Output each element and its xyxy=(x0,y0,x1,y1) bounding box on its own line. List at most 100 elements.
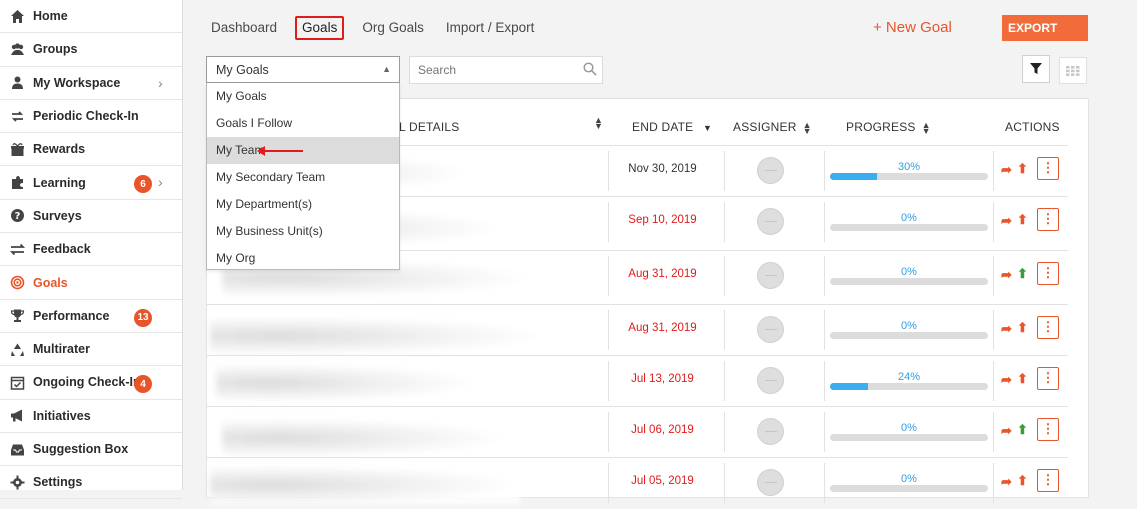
arrow-up-icon[interactable]: ⬆ xyxy=(1017,371,1028,387)
arrow-up-icon[interactable]: ⬆ xyxy=(1017,161,1028,177)
groups-icon xyxy=(9,41,25,57)
assigner-avatar[interactable] xyxy=(757,208,784,235)
new-goal-button[interactable]: + New Goal xyxy=(873,19,952,36)
chevron-right-icon[interactable]: › xyxy=(158,75,163,91)
sidebar-item-my-workspace[interactable]: My Workspace › xyxy=(0,67,182,100)
goal-view-select[interactable]: My Goals ▲ xyxy=(206,56,400,83)
arrow-up-icon[interactable]: ⬆ xyxy=(1017,473,1028,489)
share-icon[interactable]: ➦ xyxy=(1001,423,1012,439)
more-actions-button[interactable]: ⋮ xyxy=(1037,367,1059,390)
dropdown-option-my-business-unit-s[interactable]: My Business Unit(s) xyxy=(207,218,399,245)
search-icon[interactable] xyxy=(583,62,597,81)
sidebar-item-groups[interactable]: Groups xyxy=(0,33,182,67)
column-divider xyxy=(724,202,725,242)
tab-dashboard[interactable]: Dashboard xyxy=(207,16,281,40)
share-icon[interactable]: ➦ xyxy=(1001,213,1012,229)
sort-icon[interactable]: ▲ ▼ xyxy=(594,116,603,131)
sidebar-item-label: Groups xyxy=(33,42,78,57)
arrow-up-icon[interactable]: ⬆ xyxy=(1017,266,1028,282)
column-header-details[interactable]: L DETAILS xyxy=(399,120,460,134)
assigner-avatar[interactable] xyxy=(757,469,784,496)
column-divider xyxy=(824,202,825,242)
column-divider xyxy=(608,412,609,452)
column-divider xyxy=(608,202,609,242)
more-actions-button[interactable]: ⋮ xyxy=(1037,418,1059,441)
table-row[interactable]: Aug 31, 2019 0% ➦ ⬆ ⋮ xyxy=(0,250,1137,302)
column-divider xyxy=(993,202,994,242)
progress-bar xyxy=(830,383,988,390)
table-row[interactable]: Aug 31, 2019 0% ➦ ⬆ ⋮ xyxy=(0,304,1137,356)
tab-import-export[interactable]: Import / Export xyxy=(442,16,539,40)
dropdown-option-goals-i-follow[interactable]: Goals I Follow xyxy=(207,110,399,137)
column-header-end-date[interactable]: END DATE ▼ xyxy=(632,120,712,134)
share-icon[interactable]: ➦ xyxy=(1001,372,1012,388)
more-actions-button[interactable]: ⋮ xyxy=(1037,262,1059,285)
goal-view-dropdown: My Goals Goals I Follow My Team My Secondar… xyxy=(206,83,400,270)
table-row[interactable]: Jul 05, 2019 0% ➦ ⬆ ⋮ xyxy=(0,457,1137,509)
home-icon xyxy=(9,8,25,24)
table-row[interactable]: Nov 30, 2019 30% ➦ ⬆ ⋮ xyxy=(0,145,1137,197)
progress-bar xyxy=(830,434,988,441)
dropdown-option-label: My Secondary Team xyxy=(216,170,326,184)
more-actions-button[interactable]: ⋮ xyxy=(1037,208,1059,231)
sidebar-item-home[interactable]: Home xyxy=(0,0,182,34)
progress-label: 0% xyxy=(901,473,917,485)
arrow-up-icon[interactable]: ⬆ xyxy=(1017,212,1028,228)
goal-details-blurred[interactable] xyxy=(210,465,520,505)
dropdown-option-my-team[interactable]: My Team xyxy=(207,137,399,164)
dropdown-option-label: My Goals xyxy=(216,89,267,103)
share-icon[interactable]: ➦ xyxy=(1001,267,1012,283)
assigner-avatar[interactable] xyxy=(757,367,784,394)
column-header-progress[interactable]: PROGRESS ▲ ▼ xyxy=(846,120,931,135)
share-icon[interactable]: ➦ xyxy=(1001,474,1012,490)
column-divider xyxy=(608,361,609,401)
column-divider xyxy=(824,256,825,296)
dropdown-option-label: My Org xyxy=(216,251,256,265)
sync-icon xyxy=(9,108,25,124)
column-header-progress-label: PROGRESS xyxy=(846,120,916,134)
sidebar-item-label: Home xyxy=(33,9,68,24)
export-button[interactable]: EXPORT xyxy=(1002,15,1088,41)
dropdown-option-my-goals[interactable]: My Goals xyxy=(207,83,399,110)
assigner-avatar[interactable] xyxy=(757,418,784,445)
more-actions-button[interactable]: ⋮ xyxy=(1037,157,1059,180)
dropdown-option-my-secondary-team[interactable]: My Secondary Team xyxy=(207,164,399,191)
more-actions-button[interactable]: ⋮ xyxy=(1037,316,1059,339)
table-row[interactable]: Sep 10, 2019 0% ➦ ⬆ ⋮ xyxy=(0,196,1137,248)
arrow-up-icon[interactable]: ⬆ xyxy=(1017,422,1028,438)
more-actions-button[interactable]: ⋮ xyxy=(1037,469,1059,492)
assigner-avatar[interactable] xyxy=(757,262,784,289)
arrow-up-icon[interactable]: ⬆ xyxy=(1017,320,1028,336)
column-divider xyxy=(824,412,825,452)
progress-label: 0% xyxy=(901,212,917,224)
goal-details-blurred[interactable] xyxy=(210,316,545,356)
tab-org-goals[interactable]: Org Goals xyxy=(358,16,428,40)
goal-details-blurred[interactable] xyxy=(216,363,476,403)
dropdown-option-label: My Department(s) xyxy=(216,197,313,211)
assigner-avatar[interactable] xyxy=(757,316,784,343)
grid-view-button[interactable] xyxy=(1059,57,1087,84)
column-divider xyxy=(724,151,725,191)
share-icon[interactable]: ➦ xyxy=(1001,162,1012,178)
table-row[interactable]: Jul 06, 2019 0% ➦ ⬆ ⋮ xyxy=(0,406,1137,458)
sidebar-item-periodic-check-in[interactable]: Periodic Check-In xyxy=(0,100,182,134)
progress-label: 30% xyxy=(897,161,921,173)
goal-details-blurred[interactable] xyxy=(222,418,507,458)
filter-button[interactable] xyxy=(1022,55,1050,83)
row-divider xyxy=(206,304,1068,305)
assigner-avatar[interactable] xyxy=(757,157,784,184)
row-divider xyxy=(206,457,1068,458)
tab-goals[interactable]: Goals xyxy=(295,16,345,40)
table-row[interactable]: Jul 13, 2019 24% ➦ ⬆ ⋮ xyxy=(0,355,1137,407)
column-divider xyxy=(824,361,825,401)
dropdown-option-my-department-s[interactable]: My Department(s) xyxy=(207,191,399,218)
search-input[interactable] xyxy=(409,56,603,84)
dropdown-option-my-org[interactable]: My Org xyxy=(207,245,399,272)
share-icon[interactable]: ➦ xyxy=(1001,321,1012,337)
column-header-assigner[interactable]: ASSIGNER ▲ ▼ xyxy=(733,120,812,135)
column-divider xyxy=(724,256,725,296)
progress-label: 0% xyxy=(901,422,917,434)
row-divider xyxy=(206,406,1068,407)
filter-icon xyxy=(1030,63,1042,74)
end-date-cell: Jul 05, 2019 xyxy=(631,475,694,487)
